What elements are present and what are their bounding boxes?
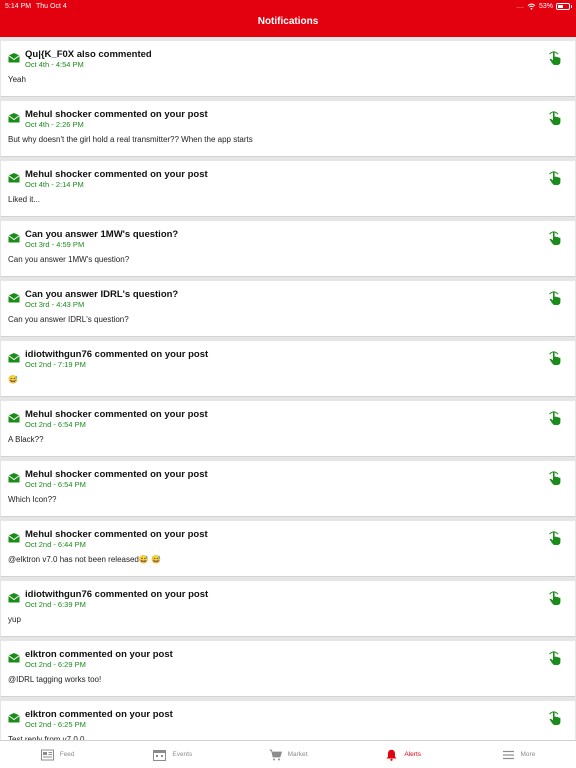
tab-bar: Feed Events Market Alerts More [0,740,576,768]
status-date: Thu Oct 4 [36,3,67,10]
notification-text: Liked it... [8,195,41,204]
navigation-bar: 5:14 PM Thu Oct 4 .... 53% Notifications [0,0,576,37]
notification-text: Can you answer 1MW's question? [8,255,130,264]
tap-hand-icon[interactable] [548,651,562,666]
notification-card[interactable]: Mehul shocker commented on your post Oct … [1,161,575,217]
bell-icon [385,749,398,761]
notification-text: Yeah [8,75,26,84]
notification-title: elktron commented on your post [25,709,173,720]
tap-hand-icon[interactable] [548,591,562,606]
notification-title: Mehul shocker commented on your post [25,169,208,180]
notification-title: Mehul shocker commented on your post [25,409,208,420]
notification-text: yup [8,615,21,624]
notification-text: @IDRL tagging works too! [8,675,102,684]
notification-time: Oct 2nd - 6:54 PM [25,420,86,429]
notification-title: Can you answer 1MW's question? [25,229,179,240]
notification-time: Oct 4th - 2:14 PM [25,180,84,189]
wifi-icon [527,3,536,10]
notification-card[interactable]: Mehul shocker commented on your post Oct … [1,401,575,457]
notification-title: elktron commented on your post [25,649,173,660]
tab-label: Feed [59,751,75,758]
tap-hand-icon[interactable] [548,111,562,126]
envelope-icon [8,710,20,723]
envelope-icon [8,410,20,423]
tap-hand-icon[interactable] [548,471,562,486]
tap-hand-icon[interactable] [548,171,562,186]
status-time: 5:14 PM [5,3,32,10]
notification-time: Oct 2nd - 6:44 PM [25,540,86,549]
signal-dots-icon: .... [516,3,524,10]
envelope-icon [8,470,20,483]
notification-card[interactable]: Mehul shocker commented on your post Oct … [1,521,575,577]
notification-time: Oct 2nd - 7:19 PM [25,360,86,369]
tab-label: Alerts [404,751,422,758]
tab-more[interactable]: More [461,741,576,768]
notification-title: Qu|{K_F0X also commented [25,49,152,60]
notification-card[interactable]: Can you answer IDRL's question? Oct 3rd -… [1,281,575,337]
notification-title: Mehul shocker commented on your post [25,529,208,540]
battery-fill [558,5,564,8]
menu-icon [502,749,515,761]
notification-time: Oct 3rd - 4:43 PM [25,300,85,309]
notification-card[interactable]: elktron commented on your post Oct 2nd - … [1,701,575,740]
notification-time: Oct 2nd - 6:54 PM [25,480,86,489]
notification-text: 😅 [8,375,18,384]
notification-text: Can you answer IDRL's question? [8,315,129,324]
notification-text: Which Icon?? [8,495,57,504]
notification-time: Oct 2nd - 6:29 PM [25,660,86,669]
notification-card[interactable]: Can you answer 1MW's question? Oct 3rd - … [1,221,575,277]
notification-list[interactable]: Qu|{K_F0X also commented Oct 4th - 4:54 P… [0,37,576,740]
envelope-icon [8,110,20,123]
status-right: .... 53% [516,1,572,12]
envelope-icon [8,230,20,243]
envelope-icon [8,170,20,183]
cart-icon [269,749,282,761]
envelope-icon [8,530,20,543]
envelope-icon [8,650,20,663]
tab-label: More [520,751,536,758]
notification-title: idiotwithgun76 commented on your post [25,589,209,600]
battery-icon [556,3,572,10]
tap-hand-icon[interactable] [548,531,562,546]
notification-title: idiotwithgun76 commented on your post [25,349,209,360]
tab-market[interactable]: Market [230,741,345,768]
page-title: Notifications [257,16,319,27]
tap-hand-icon[interactable] [548,411,562,426]
battery-percent: 53% [538,3,553,10]
notification-time: Oct 2nd - 6:25 PM [25,720,86,729]
tab-events[interactable]: Events [115,741,230,768]
tap-hand-icon[interactable] [548,351,562,366]
notification-time: Oct 4th - 2:26 PM [25,120,84,129]
notification-card[interactable]: Mehul shocker commented on your post Oct … [1,101,575,157]
tab-alerts[interactable]: Alerts [346,741,461,768]
notification-card[interactable]: idiotwithgun76 commented on your post Oct… [1,581,575,637]
notification-text: @elktron v7.0 has not been released😅 😅 [8,555,162,564]
notification-card[interactable]: elktron commented on your post Oct 2nd - … [1,641,575,697]
tap-hand-icon[interactable] [548,711,562,726]
envelope-icon [8,290,20,303]
envelope-icon [8,590,20,603]
notification-text: But why doesn't the girl hold a real tra… [8,135,253,144]
calendar-icon [153,749,167,761]
notification-title: Mehul shocker commented on your post [25,109,208,120]
tap-hand-icon[interactable] [548,51,562,66]
notification-time: Oct 3rd - 4:59 PM [25,240,85,249]
notification-text: A Black?? [8,435,44,444]
notification-card[interactable]: Mehul shocker commented on your post Oct … [1,461,575,517]
notification-time: Oct 4th - 4:54 PM [25,60,84,69]
envelope-icon [8,50,20,63]
tab-feed[interactable]: Feed [0,741,115,768]
feed-icon [40,749,54,761]
notification-title: Mehul shocker commented on your post [25,469,208,480]
status-bar: 5:14 PM Thu Oct 4 .... 53% [0,0,576,11]
notification-time: Oct 2nd - 6:39 PM [25,600,86,609]
notification-card[interactable]: Qu|{K_F0X also commented Oct 4th - 4:54 P… [1,41,575,97]
tap-hand-icon[interactable] [548,231,562,246]
notification-title: Can you answer IDRL's question? [25,289,179,300]
notification-card[interactable]: idiotwithgun76 commented on your post Oct… [1,341,575,397]
tap-hand-icon[interactable] [548,291,562,306]
envelope-icon [8,350,20,363]
tab-label: Events [172,751,193,758]
tab-label: Market [287,751,308,758]
